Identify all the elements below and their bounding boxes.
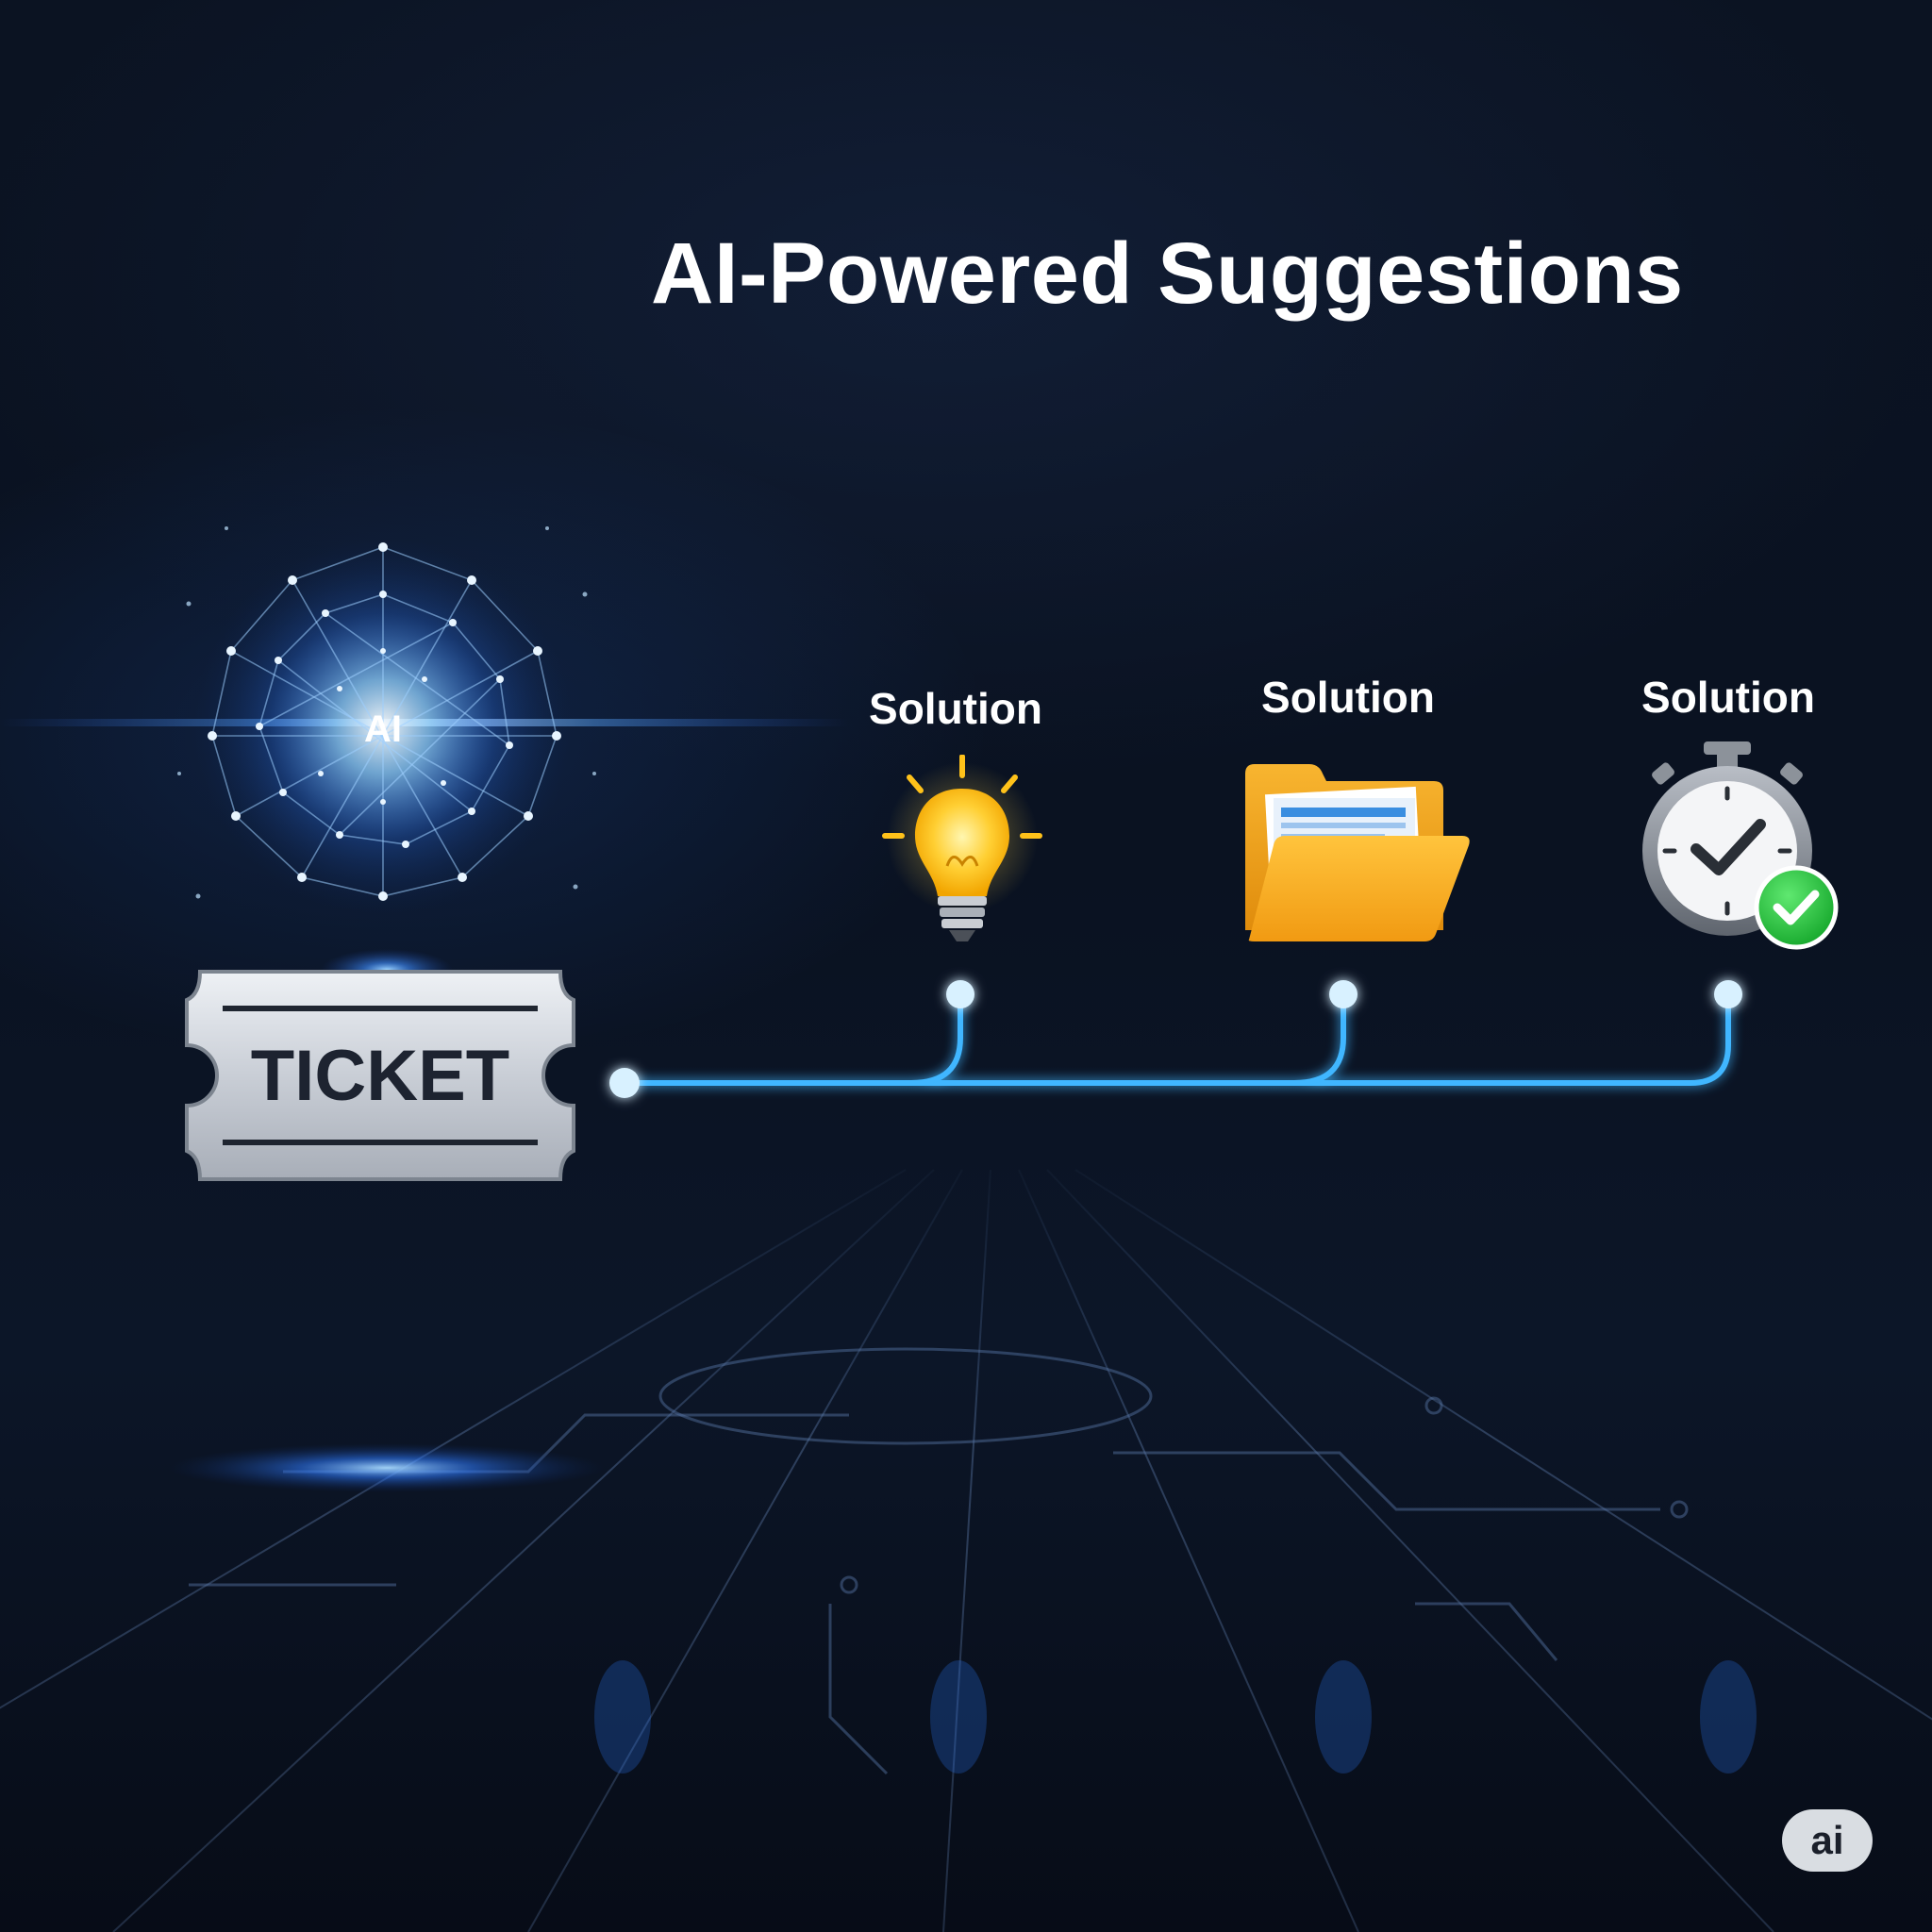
ticket-node <box>609 1068 640 1098</box>
main-connector <box>625 994 1731 1086</box>
ai-watermark-badge: ai <box>1782 1809 1873 1872</box>
branch-connector-1 <box>910 994 963 1086</box>
solution-label-2: Solution <box>1261 673 1435 722</box>
folder-icon <box>1245 764 1470 941</box>
diagram-scene: AI TICKET AI-Powered Suggestions Solutio… <box>0 0 1932 1932</box>
solution-node-2 <box>1329 980 1357 1008</box>
solution-node-3 <box>1714 980 1742 1008</box>
stopwatch-check-icon <box>1642 741 1839 950</box>
branch-connector-2 <box>1293 994 1346 1086</box>
check-badge-icon <box>1754 865 1839 950</box>
solution-node-1 <box>946 980 974 1008</box>
solution-label-3: Solution <box>1641 673 1815 722</box>
page-title: AI-Powered Suggestions <box>651 225 1684 322</box>
lightbulb-icon <box>882 755 1042 941</box>
solution-label-1: Solution <box>869 684 1042 733</box>
